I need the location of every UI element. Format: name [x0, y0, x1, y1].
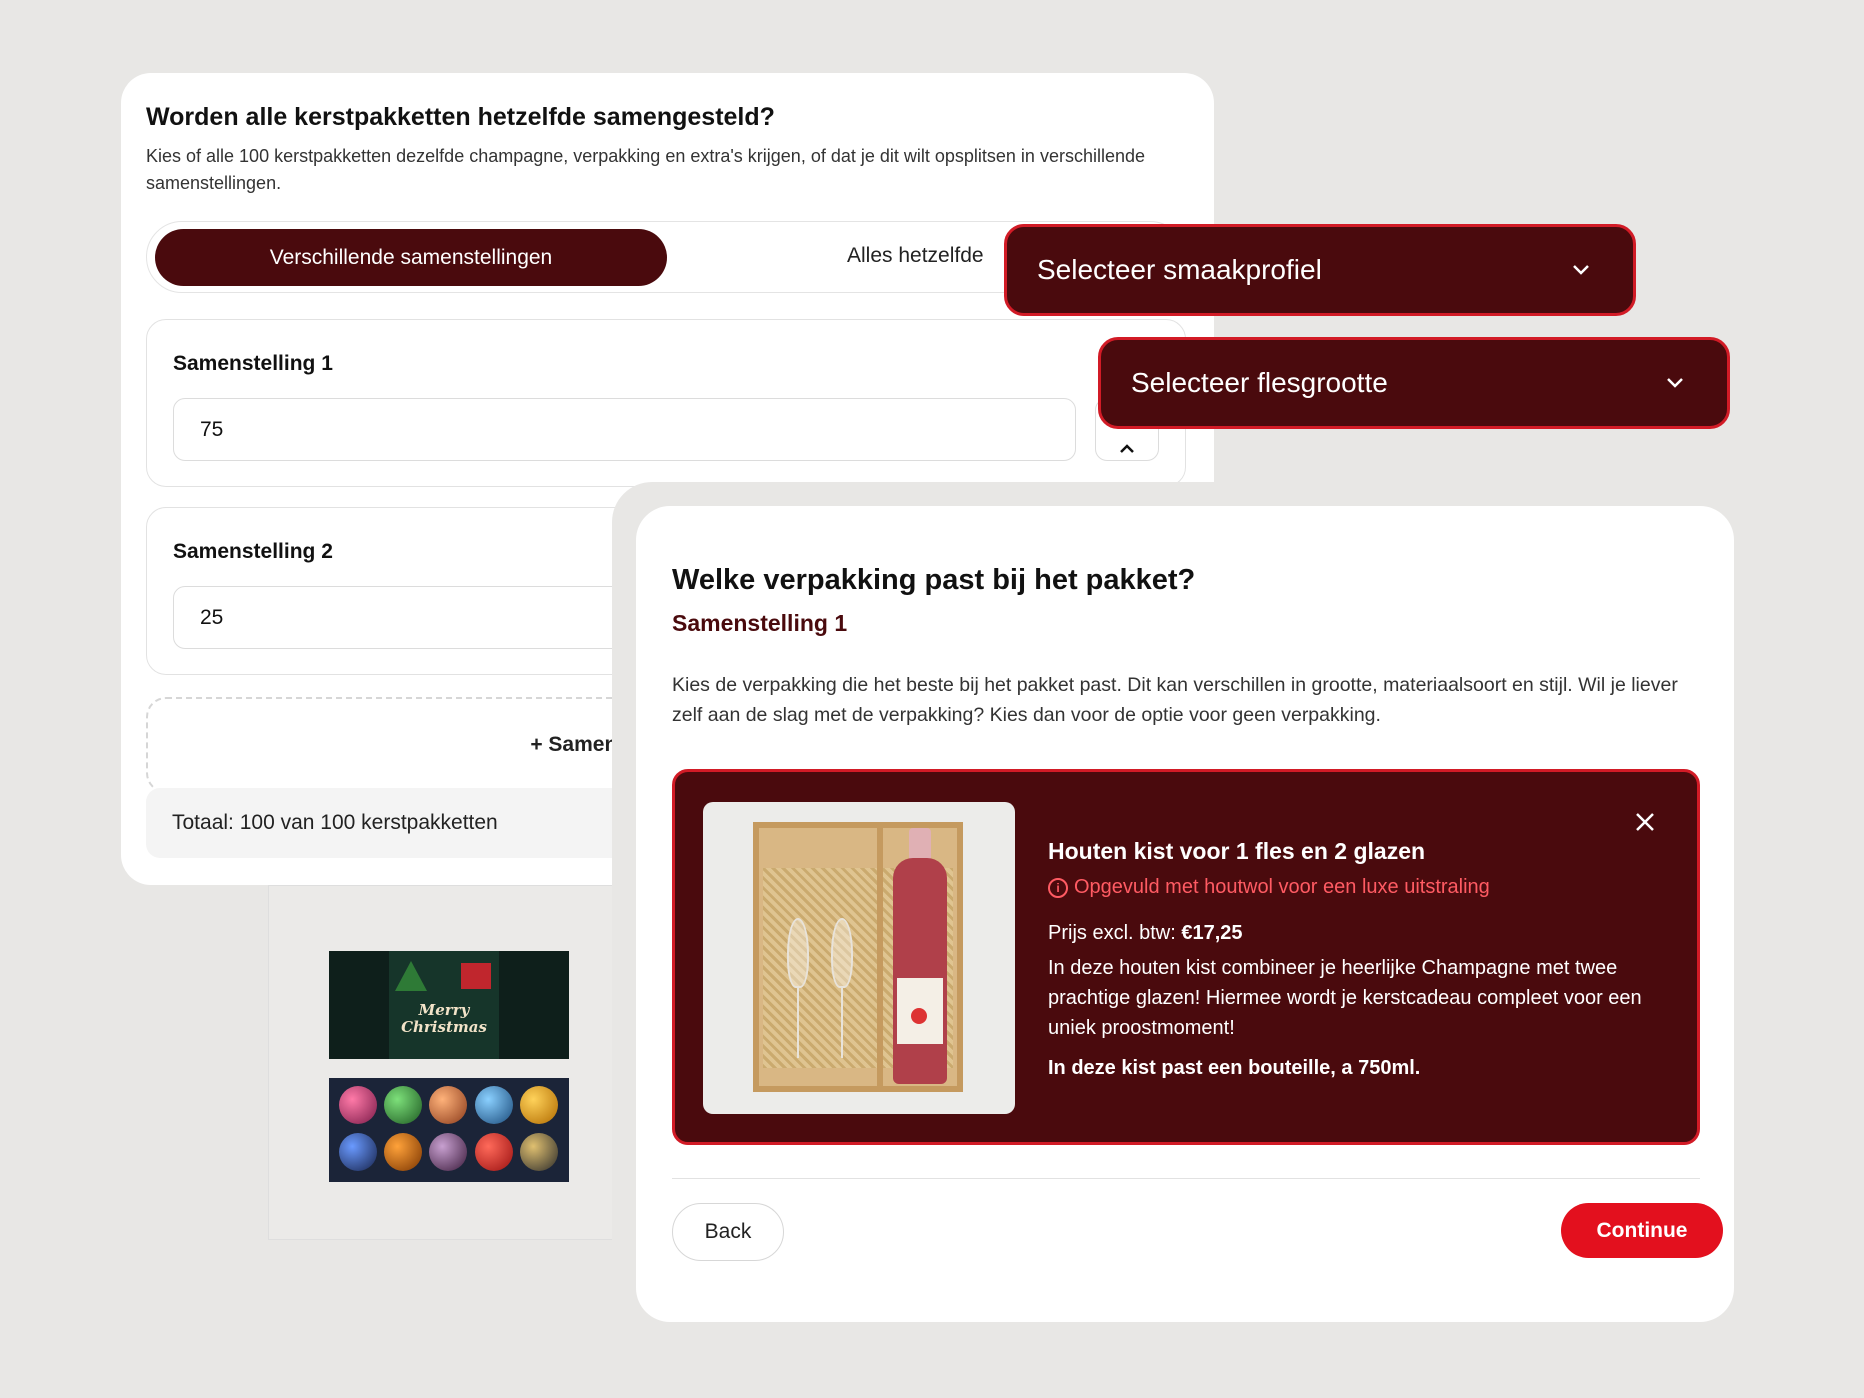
toggle-different-compositions[interactable]: Verschillende samenstellingen: [155, 229, 667, 286]
option-price: Prijs excl. btw: €17,25: [1048, 922, 1243, 945]
truffle: [429, 1086, 468, 1124]
composition-question-title: Worden alle kerstpakketten hetzelfde sam…: [146, 103, 775, 131]
bottle-seal: [911, 1008, 927, 1024]
option-price-value: €17,25: [1181, 922, 1243, 944]
taste-profile-select[interactable]: Selecteer smaakprofiel: [1004, 224, 1636, 316]
option-fit-note: In deze kist past een bouteille, a 750ml…: [1048, 1057, 1421, 1079]
continue-button[interactable]: Continue: [1561, 1203, 1723, 1258]
bottle-size-select[interactable]: Selecteer flesgrootte: [1098, 337, 1730, 429]
lid-text-line2: Christmas: [401, 1018, 487, 1036]
composition-label: Samenstelling 1: [173, 352, 333, 375]
tree-icon: [395, 961, 427, 991]
chocolate-box-lid: Merry Christmas: [329, 951, 569, 1059]
lid-label: Merry Christmas: [389, 951, 499, 1059]
glass: [787, 918, 809, 988]
composition-quantity-input[interactable]: 75: [173, 398, 1076, 461]
modal-subtitle: Samenstelling 1: [672, 610, 848, 636]
option-title: Houten kist voor 1 fles en 2 glazen: [1048, 838, 1426, 864]
truffle: [519, 1086, 558, 1124]
modal-divider: [672, 1178, 1700, 1179]
bottle-size-select-label: Selecteer flesgrootte: [1131, 367, 1388, 398]
option-note: i Opgevuld met houtwol voor een luxe uit…: [1048, 876, 1490, 899]
champagne-bottle: [893, 858, 947, 1084]
truffle: [519, 1133, 558, 1171]
lid-text-line1: Merry: [418, 1001, 470, 1019]
back-button[interactable]: Back: [672, 1203, 784, 1261]
packaging-option-card[interactable]: Houten kist voor 1 fles en 2 glazen i Op…: [672, 769, 1700, 1145]
crate-divider: [877, 828, 883, 1086]
chevron-down-icon: [1573, 265, 1589, 275]
toggle-all-same[interactable]: Alles hetzelfde: [847, 244, 984, 268]
modal-title: Welke verpakking past bij het pakket?: [672, 564, 1196, 596]
info-icon: i: [1048, 877, 1068, 898]
truffle: [339, 1133, 377, 1171]
modal-description: Kies de verpakking die het beste bij het…: [672, 674, 1678, 726]
crate: [753, 822, 963, 1092]
taste-profile-select-label: Selecteer smaakprofiel: [1037, 254, 1322, 285]
truffle: [474, 1133, 513, 1171]
truffle: [339, 1086, 377, 1124]
chocolate-tray: [329, 1078, 569, 1182]
glass-stem: [841, 988, 843, 1058]
truffle: [429, 1133, 468, 1171]
option-price-label: Prijs excl. btw:: [1048, 922, 1176, 944]
close-icon[interactable]: [1633, 810, 1657, 834]
glass-stem: [797, 988, 799, 1058]
truffle: [474, 1086, 513, 1124]
truffle: [384, 1086, 423, 1124]
composition-label: Samenstelling 2: [173, 540, 333, 563]
option-description: In deze houten kist combineer je heerlij…: [1048, 957, 1642, 1039]
truffle: [384, 1133, 423, 1171]
glass: [831, 918, 853, 988]
wooden-crate-image: [703, 802, 1015, 1114]
chevron-down-icon: [1667, 378, 1683, 388]
gift-icon: [461, 963, 491, 989]
option-note-text: Opgevuld met houtwol voor een luxe uitst…: [1074, 876, 1490, 898]
packaging-modal: Welke verpakking past bij het pakket? Sa…: [612, 482, 1734, 1327]
chocolate-box-image: Merry Christmas: [268, 885, 628, 1240]
composition-question-description: Kies of alle 100 kerstpakketten dezelfde…: [146, 146, 1145, 193]
packaging-modal-content: Welke verpakking past bij het pakket? Sa…: [636, 506, 1734, 1322]
composition-box-1: Samenstelling 1 75: [146, 319, 1186, 487]
